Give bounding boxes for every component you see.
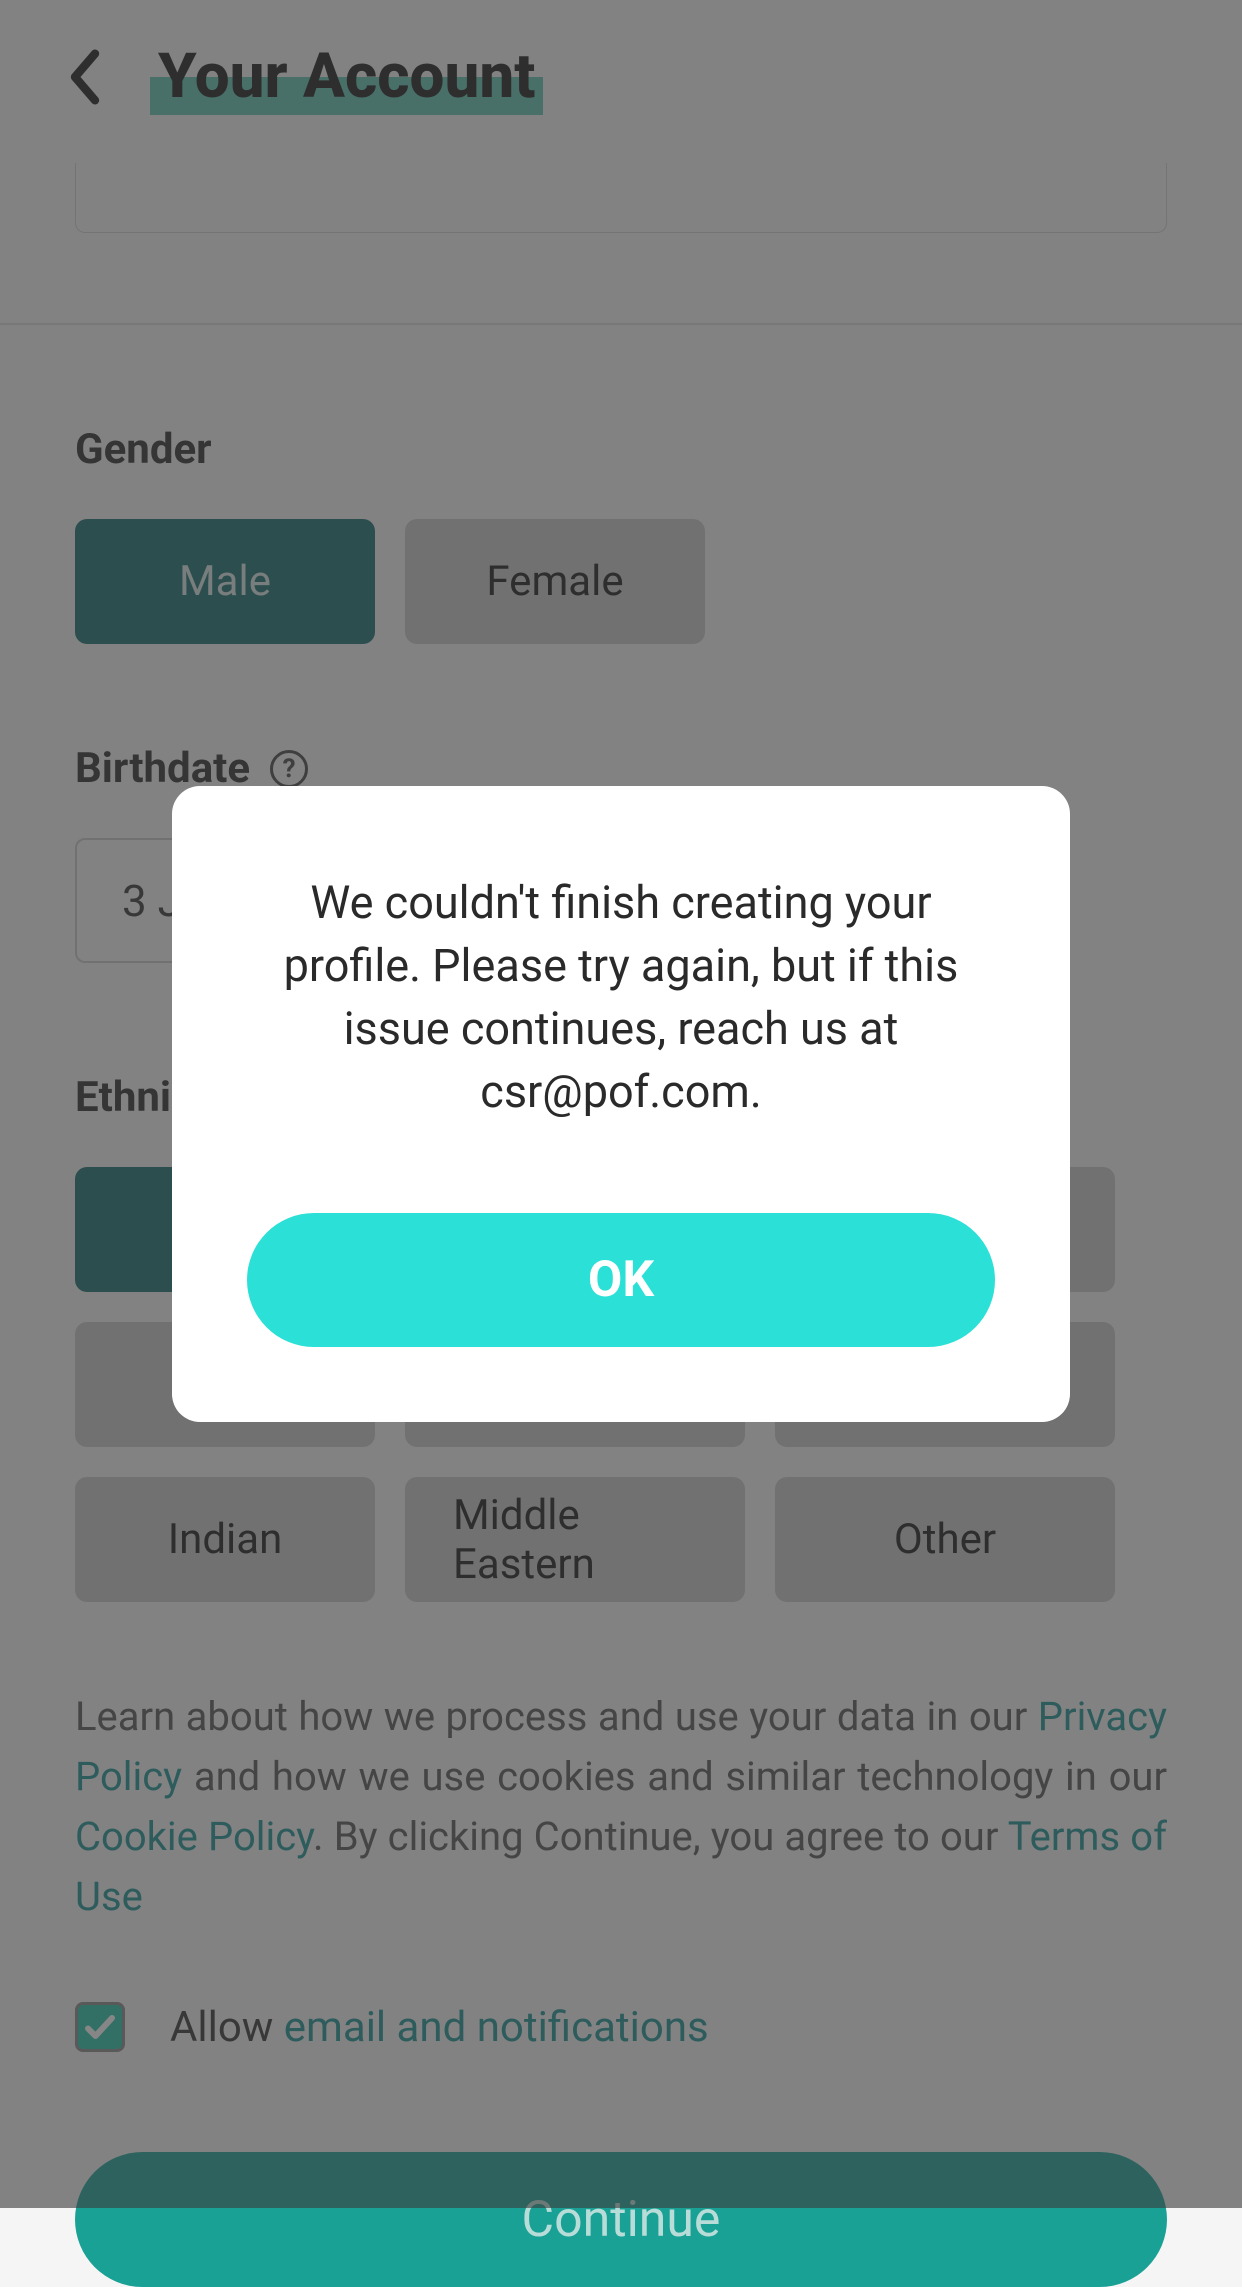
- dialog-ok-button[interactable]: OK: [247, 1213, 995, 1347]
- error-dialog: We couldn't finish creating your profile…: [172, 786, 1070, 1422]
- modal-overlay: We couldn't finish creating your profile…: [0, 0, 1242, 2208]
- dialog-message: We couldn't finish creating your profile…: [242, 871, 1000, 1123]
